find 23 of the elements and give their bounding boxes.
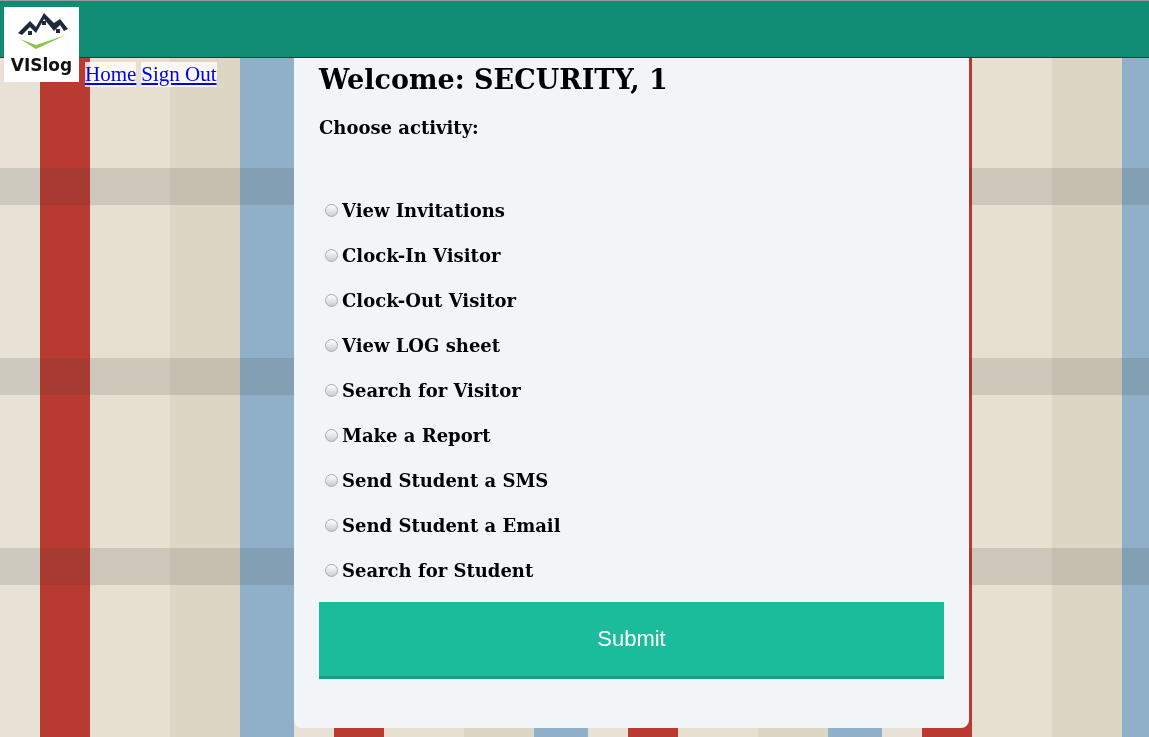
radio-button[interactable] xyxy=(325,474,338,487)
radio-button[interactable] xyxy=(325,339,338,352)
radio-button[interactable] xyxy=(325,249,338,262)
activity-label[interactable]: Search for Student xyxy=(342,558,534,583)
welcome-heading: Welcome: SECURITY, 1 xyxy=(319,64,669,95)
radio-button[interactable] xyxy=(325,204,338,217)
activity-label[interactable]: Make a Report xyxy=(342,423,491,448)
nav-link[interactable]: Sign Out xyxy=(141,62,217,87)
activity-label[interactable]: Clock-Out Visitor xyxy=(342,288,516,313)
logo-text: VISlog xyxy=(10,55,73,75)
radio-button[interactable] xyxy=(325,294,338,307)
activity-label[interactable]: Search for Visitor xyxy=(342,378,521,403)
radio-button[interactable] xyxy=(325,429,338,442)
radio-button[interactable] xyxy=(325,564,338,577)
activity-label[interactable]: Send Student a Email xyxy=(342,513,561,538)
nav-link[interactable]: Home xyxy=(85,62,137,87)
activity-label[interactable]: Send Student a SMS xyxy=(342,468,549,493)
activity-label[interactable]: View Invitations xyxy=(342,198,505,223)
radio-button[interactable] xyxy=(325,519,338,532)
radio-button[interactable] xyxy=(325,384,338,397)
activity-prompt: Choose activity: xyxy=(319,117,480,138)
activity-label[interactable]: View LOG sheet xyxy=(342,333,501,358)
activity-label[interactable]: Clock-In Visitor xyxy=(342,243,501,268)
